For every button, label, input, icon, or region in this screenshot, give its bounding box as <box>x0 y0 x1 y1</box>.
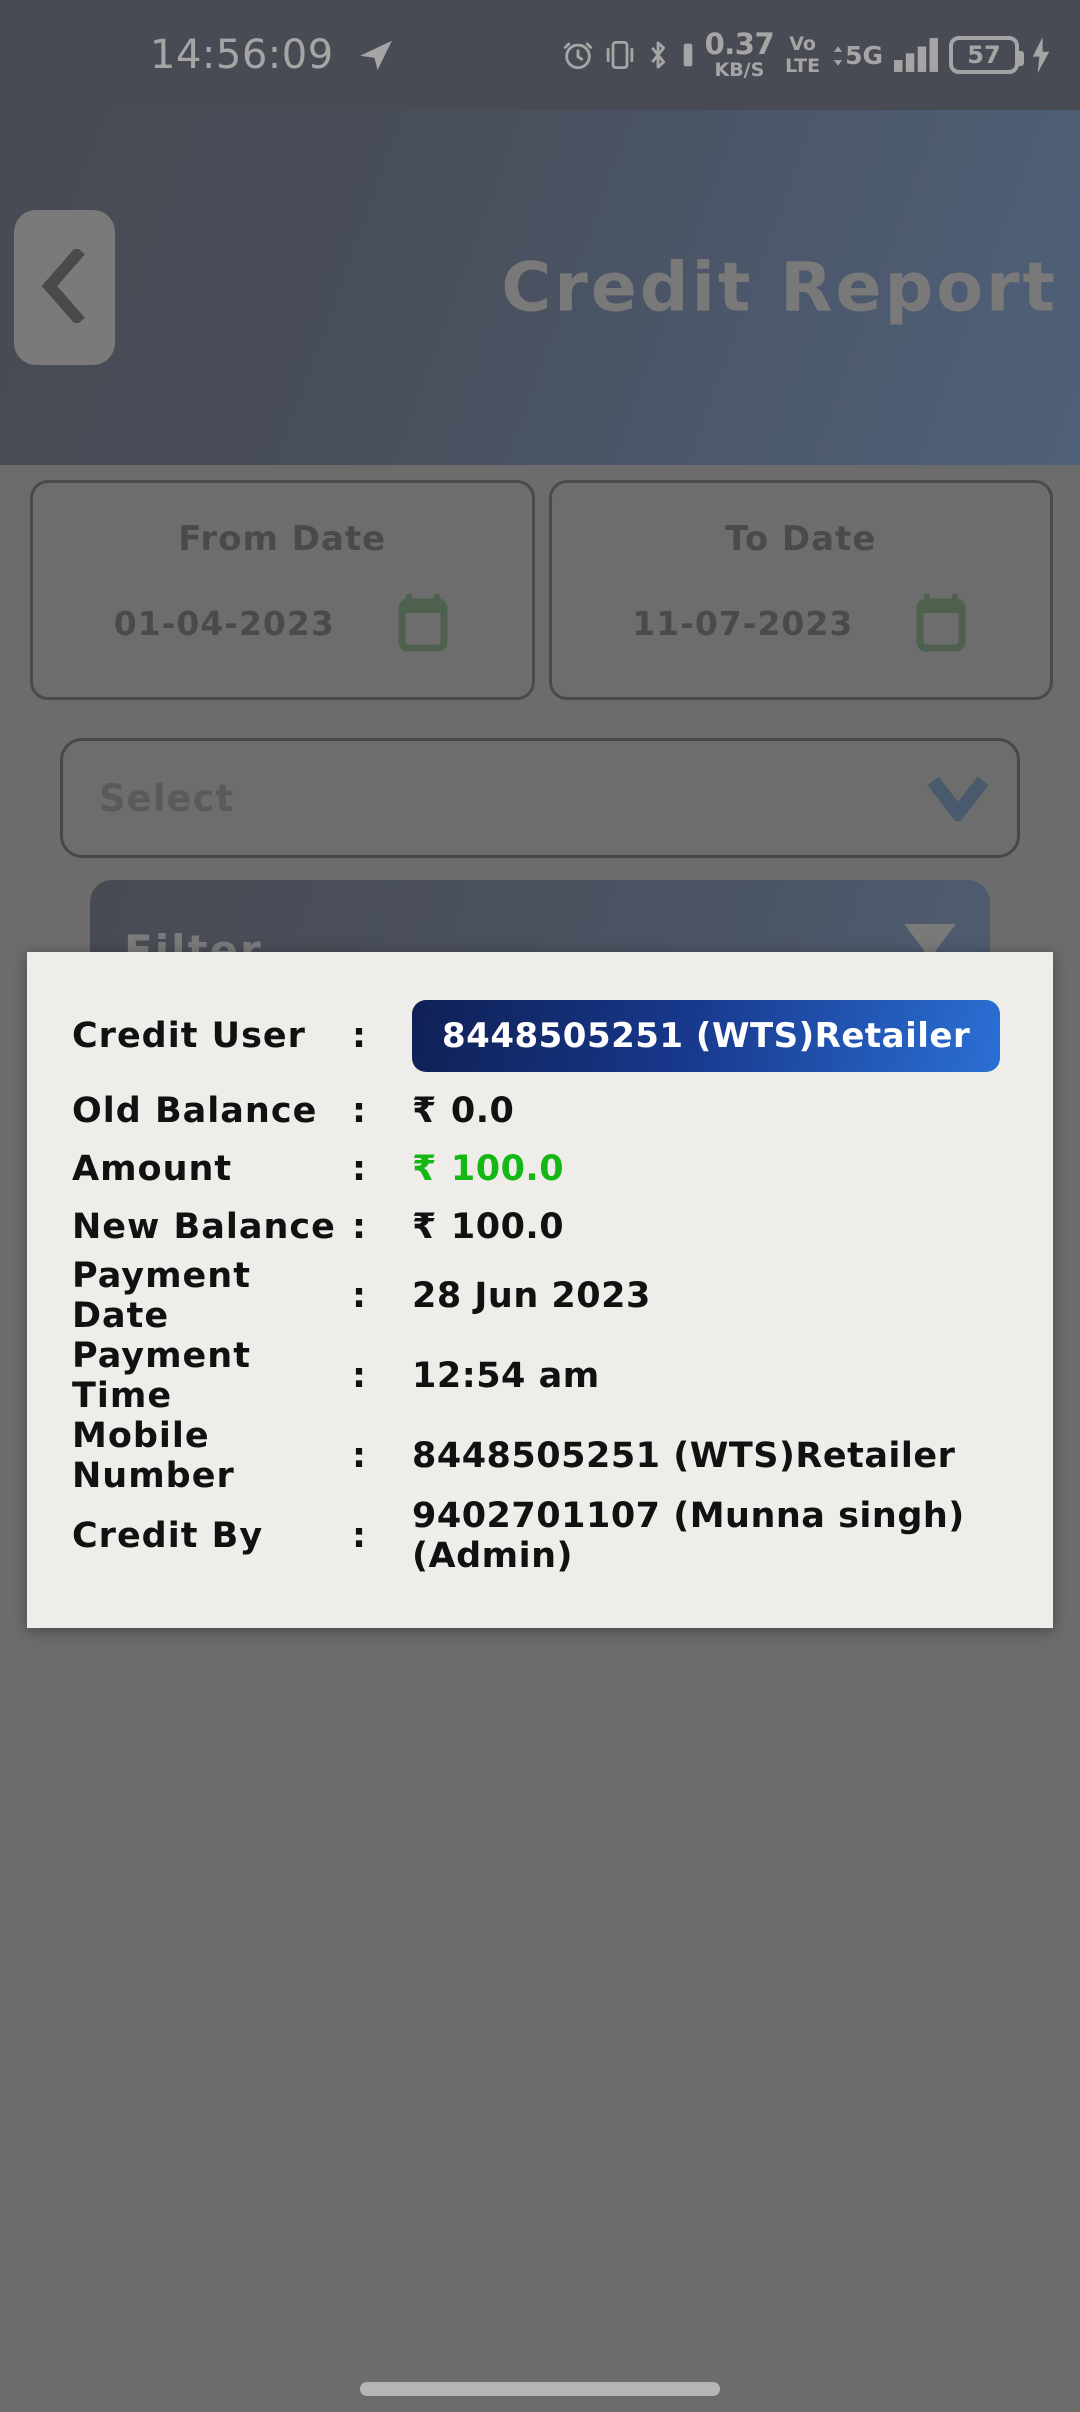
detail-label: Payment Date <box>72 1256 251 1336</box>
detail-amount: 0.0 <box>450 1091 515 1131</box>
detail-row-old-balance: Old Balance : ₹ 0.0 <box>27 1082 1053 1140</box>
detail-colon: : <box>352 1276 366 1316</box>
detail-colon: : <box>352 1207 366 1247</box>
detail-row-payment-date: Payment Date : 28 Jun 2023 <box>27 1256 1053 1336</box>
detail-row-new-balance: New Balance : ₹ 100.0 <box>27 1198 1053 1256</box>
detail-colon: : <box>352 1436 366 1476</box>
detail-label: Mobile Number <box>72 1416 235 1496</box>
detail-value-amount: ₹ 100.0 <box>412 1149 564 1189</box>
rupee-symbol: ₹ <box>412 1149 437 1189</box>
detail-value-credit-by: 9402701107 (Munna singh)(Admin) <box>412 1496 965 1576</box>
detail-row-amount: Amount : ₹ 100.0 <box>27 1140 1053 1198</box>
detail-value-old-balance: ₹ 0.0 <box>412 1091 514 1131</box>
detail-value-payment-time: 12:54 am <box>412 1356 600 1396</box>
detail-row-credit-user: Credit User : 8448505251 (WTS)Retailer <box>27 990 1053 1082</box>
detail-row-mobile-number: Mobile Number : 8448505251 (WTS)Retailer <box>27 1416 1053 1496</box>
detail-value-mobile-number: 8448505251 (WTS)Retailer <box>412 1436 956 1476</box>
detail-colon: : <box>352 1016 366 1056</box>
rupee-symbol: ₹ <box>412 1207 437 1247</box>
detail-colon: : <box>352 1091 366 1131</box>
detail-value-new-balance: ₹ 100.0 <box>412 1207 564 1247</box>
detail-row-credit-by: Credit By : 9402701107 (Munna singh)(Adm… <box>27 1496 1053 1576</box>
detail-amount: 100.0 <box>450 1207 565 1247</box>
detail-amount: 100.0 <box>450 1149 565 1189</box>
detail-label: Credit User <box>72 1016 306 1056</box>
detail-colon: : <box>352 1149 366 1189</box>
rupee-symbol: ₹ <box>412 1091 437 1131</box>
credit-detail-dialog: Credit User : 8448505251 (WTS)Retailer O… <box>27 952 1053 1628</box>
detail-label: Old Balance <box>72 1091 318 1131</box>
detail-label: Credit By <box>72 1516 264 1556</box>
detail-label: Payment Time <box>72 1336 251 1416</box>
detail-label: Amount <box>72 1149 233 1189</box>
detail-colon: : <box>352 1356 366 1396</box>
credit-user-chip[interactable]: 8448505251 (WTS)Retailer <box>412 1000 1001 1072</box>
detail-value-payment-date: 28 Jun 2023 <box>412 1276 651 1316</box>
home-indicator[interactable] <box>360 2382 720 2396</box>
detail-row-payment-time: Payment Time : 12:54 am <box>27 1336 1053 1416</box>
detail-colon: : <box>352 1516 366 1556</box>
detail-label: New Balance <box>72 1207 336 1247</box>
